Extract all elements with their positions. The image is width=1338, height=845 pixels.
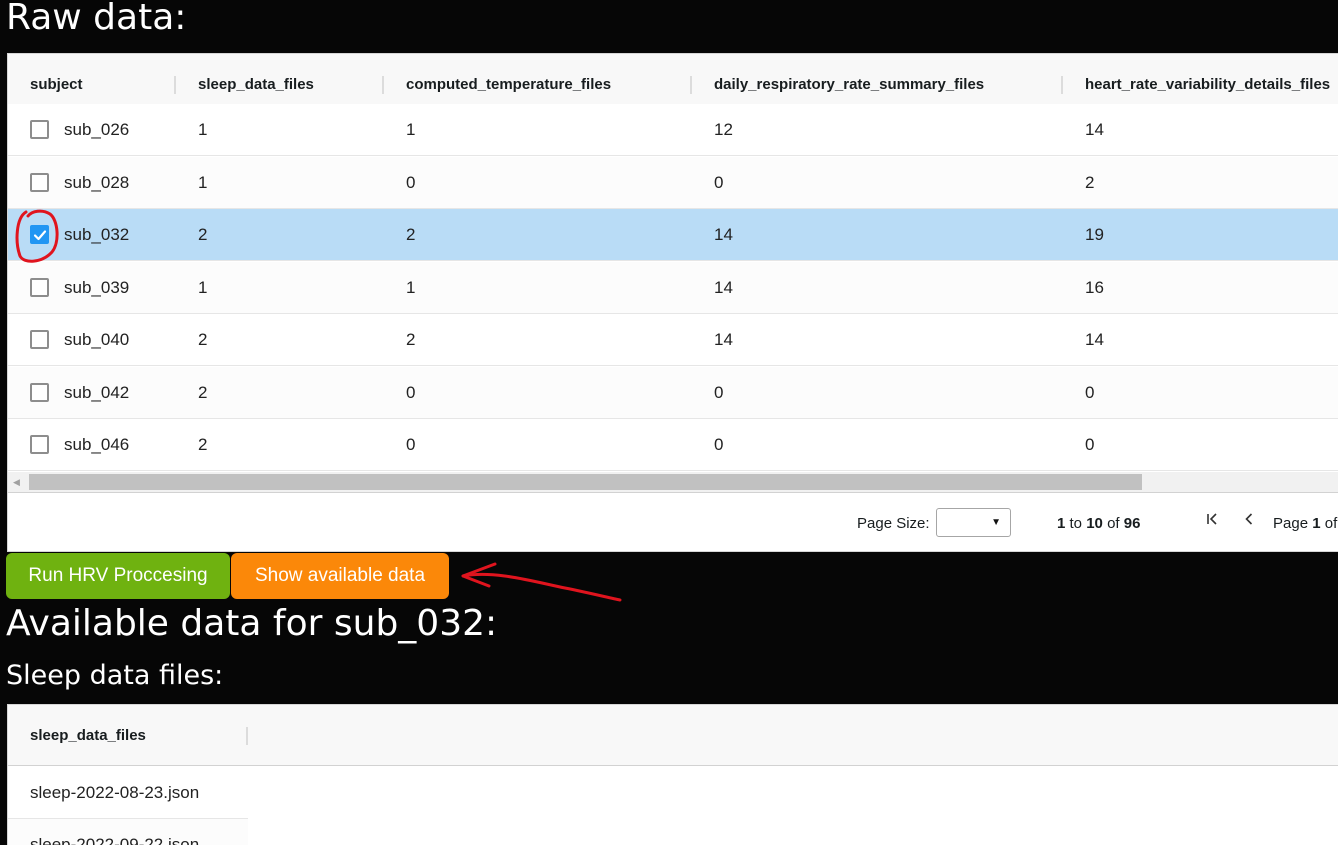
chevron-down-icon: ▼ (991, 517, 1001, 528)
cell-subject: sub_028 (64, 173, 130, 192)
cell-subject: sub_032 (64, 225, 130, 244)
cell-heart-rate-variability-details-files: 19 (1085, 225, 1104, 244)
run-hrv-processing-button[interactable]: Run HRV Proccesing (6, 553, 230, 599)
cell-subject: sub_039 (64, 278, 130, 297)
sleep-data-files-title: Sleep data files: (6, 660, 224, 691)
cell-heart-rate-variability-details-files: 16 (1085, 278, 1104, 297)
row-from: 1 (1057, 515, 1066, 532)
column-resize-handle[interactable] (174, 76, 176, 94)
raw-data-title: Raw data: (6, 0, 187, 38)
cell-computed-temperature-files: 2 (406, 330, 416, 349)
page-number: 1 (1312, 515, 1321, 532)
table-row[interactable]: sub_028 1 0 0 2 (8, 157, 1338, 209)
table-row[interactable]: sleep-2022-09-22.json (8, 819, 248, 845)
horizontal-scrollbar[interactable]: ◀ (8, 472, 1338, 492)
cell-daily-respiratory-rate-summary-files: 12 (714, 120, 733, 139)
cell-sleep-data-files: 2 (198, 330, 208, 349)
cell-sleep-data-file: sleep-2022-08-23.json (30, 783, 200, 802)
row-checkbox[interactable] (30, 278, 49, 297)
scrollbar-thumb[interactable] (29, 474, 1142, 490)
column-resize-handle[interactable] (1061, 76, 1063, 94)
cell-subject: sub_026 (64, 120, 130, 139)
previous-page-button[interactable] (1242, 512, 1256, 530)
scroll-left-icon[interactable]: ◀ (13, 476, 20, 488)
table-row[interactable]: sub_039 1 1 14 16 (8, 262, 1338, 314)
pagination-panel: Page Size: ▼ 1 to 10 of 96 Page 1 of (8, 492, 1338, 551)
cell-daily-respiratory-rate-summary-files: 0 (714, 383, 724, 402)
previous-page-icon (1245, 513, 1253, 525)
cell-sleep-data-files: 1 (198, 120, 208, 139)
row-checkbox[interactable] (30, 383, 49, 402)
table-row-selected[interactable]: sub_032 2 2 14 19 (8, 209, 1338, 261)
column-header-sleep-data-files[interactable]: sleep_data_files (30, 705, 146, 766)
row-checkbox[interactable] (30, 435, 49, 454)
show-available-data-button[interactable]: Show available data (231, 553, 449, 599)
annotation-arrow (461, 562, 622, 602)
row-checkbox-checked[interactable] (30, 225, 49, 244)
available-data-title: Available data for sub_032: (6, 603, 498, 644)
column-resize-handle[interactable] (246, 727, 248, 745)
cell-heart-rate-variability-details-files: 2 (1085, 173, 1095, 192)
row-to-word: to (1069, 515, 1083, 532)
first-page-button[interactable] (1205, 512, 1219, 530)
page-indicator: Page 1 of (1273, 515, 1337, 532)
page-size-label: Page Size: (857, 515, 930, 532)
column-resize-handle[interactable] (690, 76, 692, 94)
cell-computed-temperature-files: 0 (406, 435, 416, 454)
cell-sleep-data-file: sleep-2022-09-22.json (30, 835, 200, 845)
cell-computed-temperature-files: 0 (406, 173, 416, 192)
cell-daily-respiratory-rate-summary-files: 14 (714, 225, 733, 244)
cell-sleep-data-files: 1 (198, 173, 208, 192)
cell-daily-respiratory-rate-summary-files: 14 (714, 330, 733, 349)
cell-heart-rate-variability-details-files: 0 (1085, 383, 1095, 402)
cell-subject: sub_042 (64, 383, 130, 402)
column-resize-handle[interactable] (382, 76, 384, 94)
row-checkbox[interactable] (30, 173, 49, 192)
cell-sleep-data-files: 2 (198, 435, 208, 454)
sleep-data-files-grid: sleep_data_files sleep-2022-08-23.json s… (7, 704, 1338, 845)
raw-data-grid: subject sleep_data_files computed_temper… (7, 53, 1338, 552)
cell-daily-respiratory-rate-summary-files: 14 (714, 278, 733, 297)
cell-computed-temperature-files: 1 (406, 278, 416, 297)
first-page-icon (1207, 513, 1217, 525)
checkmark-icon (33, 230, 47, 241)
page-word: Page (1273, 515, 1309, 532)
table-row[interactable]: sleep-2022-08-23.json (8, 767, 248, 819)
cell-sleep-data-files: 2 (198, 383, 208, 402)
cell-heart-rate-variability-details-files: 14 (1085, 330, 1104, 349)
row-total: 96 (1123, 515, 1141, 532)
table-row[interactable]: sub_046 2 0 0 0 (8, 419, 1338, 471)
table-row[interactable]: sub_042 2 0 0 0 (8, 367, 1338, 419)
table-row[interactable]: sub_026 1 1 12 14 (8, 104, 1338, 156)
cell-computed-temperature-files: 0 (406, 383, 416, 402)
cell-daily-respiratory-rate-summary-files: 0 (714, 435, 724, 454)
cell-heart-rate-variability-details-files: 14 (1085, 120, 1104, 139)
table-row[interactable]: sub_040 2 2 14 14 (8, 314, 1338, 366)
page-of-word: of (1324, 515, 1338, 532)
row-checkbox[interactable] (30, 120, 49, 139)
cell-subject: sub_046 (64, 435, 130, 454)
grid-header: sleep_data_files (8, 705, 1338, 766)
cell-daily-respiratory-rate-summary-files: 0 (714, 173, 724, 192)
row-checkbox[interactable] (30, 330, 49, 349)
cell-sleep-data-files: 1 (198, 278, 208, 297)
cell-computed-temperature-files: 2 (406, 225, 416, 244)
cell-subject: sub_040 (64, 330, 130, 349)
page-size-select[interactable]: ▼ (936, 508, 1011, 537)
cell-computed-temperature-files: 1 (406, 120, 416, 139)
row-of-word: of (1107, 515, 1120, 532)
cell-sleep-data-files: 2 (198, 225, 208, 244)
cell-heart-rate-variability-details-files: 0 (1085, 435, 1095, 454)
row-to: 10 (1086, 515, 1103, 532)
row-summary: 1 to 10 of 96 (1057, 515, 1140, 532)
